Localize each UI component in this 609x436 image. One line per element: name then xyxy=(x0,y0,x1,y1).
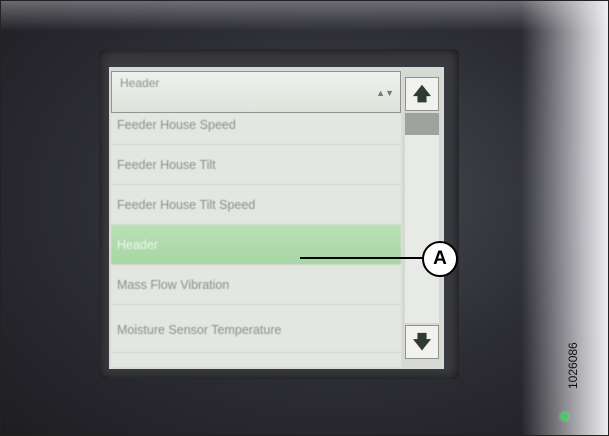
arrow-down-icon: 🡇 xyxy=(412,332,432,352)
list-item-feeder-house-tilt[interactable]: Feeder House Tilt xyxy=(111,145,401,185)
list-item-feeder-house-tilt-speed[interactable]: Feeder House Tilt Speed xyxy=(111,185,401,225)
list-item-feeder-house-speed[interactable]: Feeder House Speed xyxy=(111,113,401,145)
figure-id: 1026086 xyxy=(566,342,580,389)
list-item-moisture-sensor-temperature[interactable]: Moisture Sensor Temperature xyxy=(111,307,401,353)
dropdown-toggle-icon: ▲▼ xyxy=(376,88,394,98)
bezel-glare xyxy=(521,1,608,435)
callout-leader-line xyxy=(300,257,422,259)
list-item-header[interactable]: Header xyxy=(111,225,401,265)
scroll-track[interactable] xyxy=(405,135,439,323)
status-led-icon xyxy=(561,413,568,420)
arrow-up-icon: 🡅 xyxy=(412,84,432,104)
bezel-top xyxy=(1,1,608,31)
scroll-up-button[interactable]: 🡅 xyxy=(405,77,439,111)
dropdown-value: Header xyxy=(120,76,160,90)
option-list: Feeder House Speed Feeder House Tilt Fee… xyxy=(111,113,401,367)
scroll-down-button[interactable]: 🡇 xyxy=(405,325,439,359)
list-item-mass-flow-vibration[interactable]: Mass Flow Vibration xyxy=(111,265,401,305)
scroll-thumb[interactable] xyxy=(405,113,439,135)
header-dropdown[interactable]: Header ▲▼ xyxy=(111,71,401,113)
callout-label: A xyxy=(422,241,458,277)
photo-frame: Header ▲▼ Feeder House Speed Feeder Hous… xyxy=(0,0,609,436)
